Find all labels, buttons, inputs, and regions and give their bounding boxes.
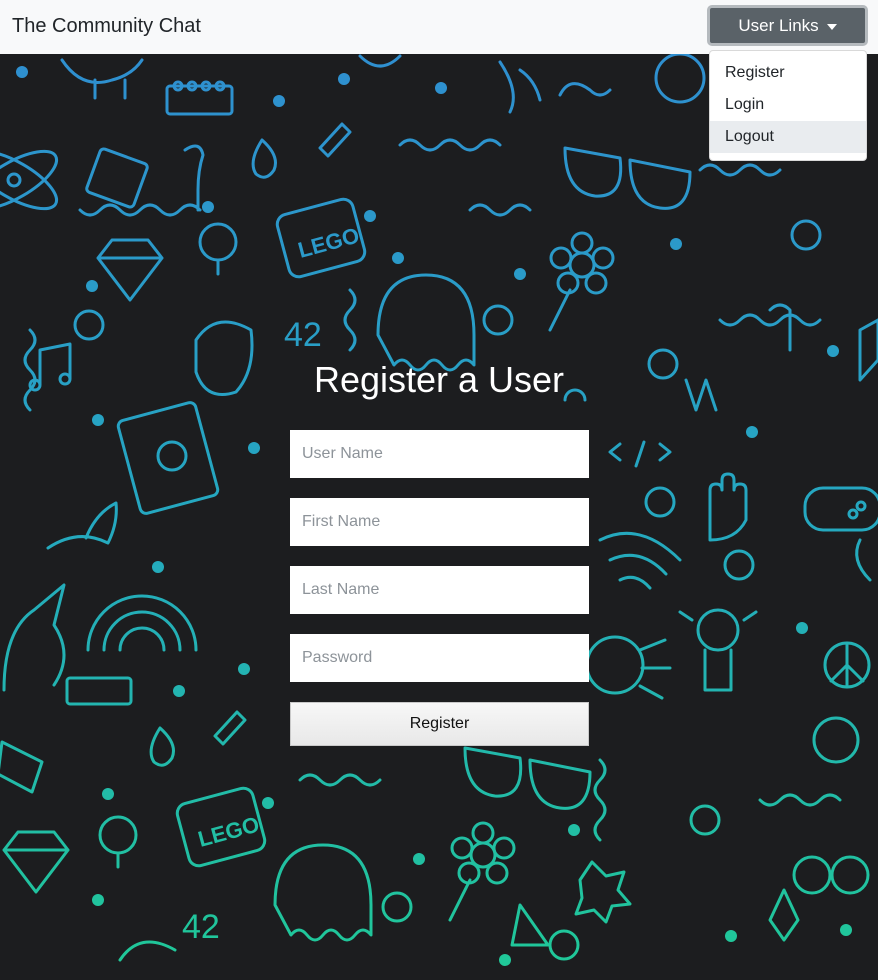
username-input[interactable] [290,430,589,478]
register-button[interactable]: Register [290,702,589,746]
caret-down-icon [826,23,837,30]
dropdown-item-login[interactable]: Login [710,89,866,121]
user-links-label: User Links [738,15,819,35]
password-input[interactable] [290,634,589,682]
number-text: 42 [284,316,322,354]
first-name-input[interactable] [290,498,589,546]
form-title: Register a User [313,359,565,400]
dropdown-item-register[interactable]: Register [710,57,866,89]
brand-title[interactable]: The Community Chat [12,14,201,38]
dropdown-item-logout[interactable]: Logout [710,121,866,153]
user-links-dropdown: Register Login Logout [709,50,867,161]
last-name-input[interactable] [290,566,589,614]
number-text-2: 42 [182,908,220,946]
navbar: The Community Chat User Links [0,0,878,54]
user-links-button[interactable]: User Links [707,5,868,46]
